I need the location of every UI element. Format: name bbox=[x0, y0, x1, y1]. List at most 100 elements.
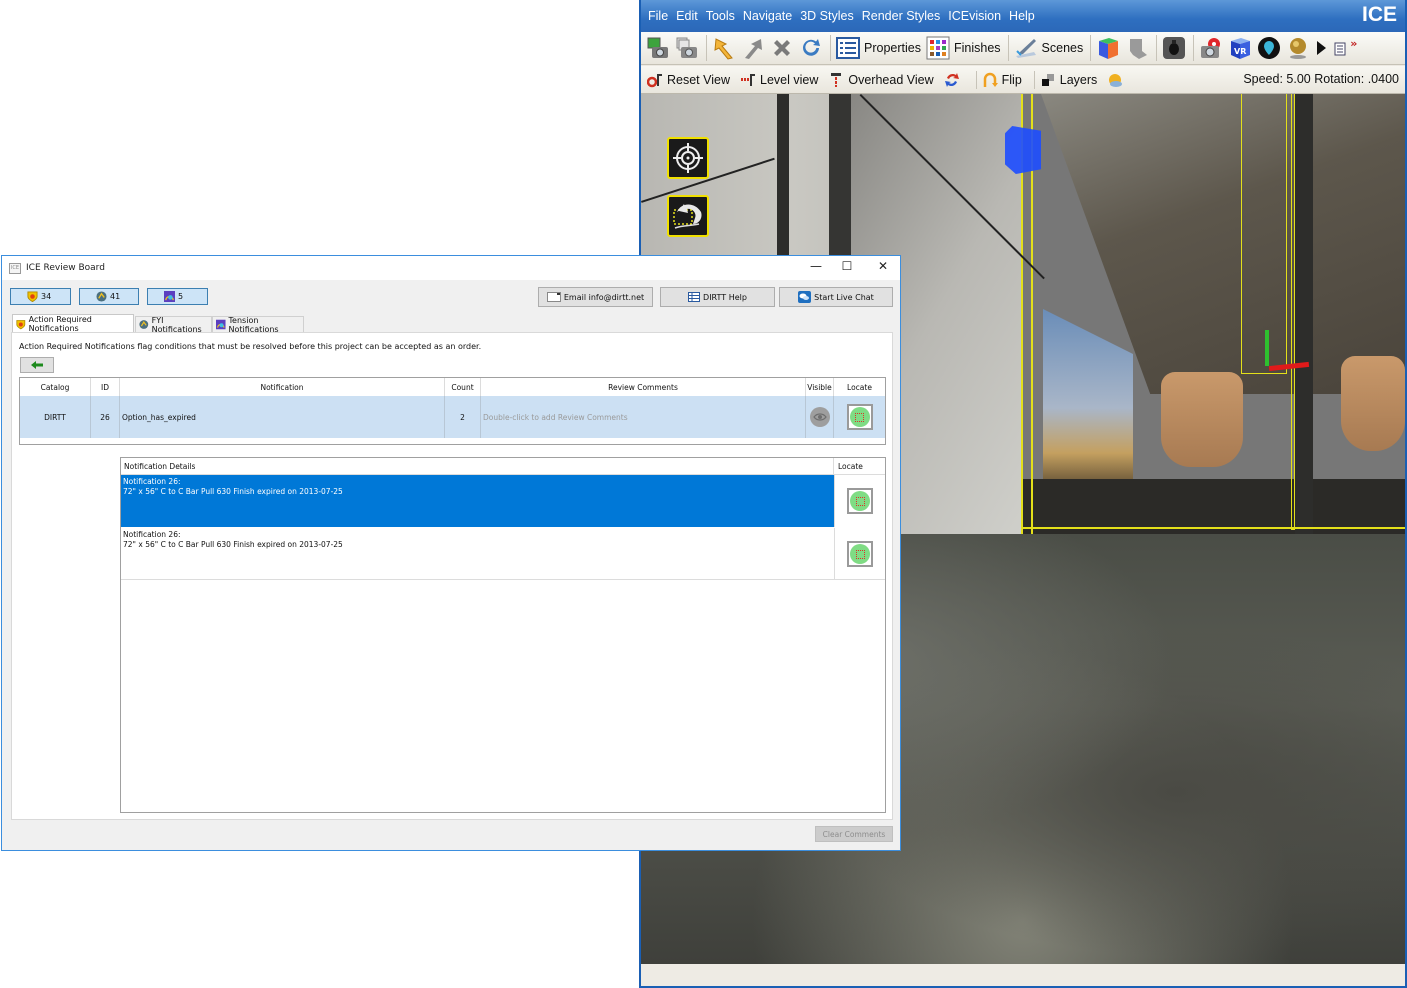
vr-button[interactable]: VR bbox=[1228, 34, 1252, 62]
table-row[interactable]: DIRTT 26 Option_has_expired 2 Double-cli… bbox=[20, 396, 885, 438]
tab-description: Action Required Notifications flag condi… bbox=[19, 342, 482, 351]
live-chat-button[interactable]: Start Live Chat bbox=[779, 287, 893, 307]
action-required-count-button[interactable]: 34 bbox=[10, 288, 71, 305]
layers-label: Layers bbox=[1059, 72, 1098, 87]
render-settings-button[interactable] bbox=[1199, 34, 1223, 62]
weather-lighting-button[interactable] bbox=[1107, 72, 1127, 88]
focus-target-button[interactable] bbox=[667, 137, 709, 179]
axis-y-gizmo[interactable] bbox=[1265, 330, 1269, 366]
col-header-visible[interactable]: Visible bbox=[806, 378, 834, 396]
refresh-button[interactable] bbox=[799, 34, 823, 62]
snapshot-button[interactable] bbox=[646, 34, 670, 62]
batch-snapshot-button[interactable] bbox=[675, 34, 699, 62]
scenes-button[interactable]: Scenes bbox=[1014, 34, 1083, 62]
dirtt-help-button[interactable]: DIRTT Help bbox=[660, 287, 775, 307]
rotate-view-button[interactable] bbox=[944, 72, 964, 88]
back-button[interactable] bbox=[20, 357, 54, 373]
locate-button[interactable] bbox=[846, 404, 873, 430]
col-header-notification[interactable]: Notification bbox=[120, 378, 445, 396]
selection-handle-cube[interactable] bbox=[1005, 126, 1041, 174]
material-button[interactable] bbox=[1286, 34, 1310, 62]
col-header-id[interactable]: ID bbox=[91, 378, 120, 396]
reset-view-button[interactable]: Reset View bbox=[647, 72, 730, 88]
color-cube-icon bbox=[1099, 38, 1119, 59]
tab-tension[interactable]: Tension Notifications bbox=[212, 315, 304, 334]
email-button[interactable]: Email info@dirtt.net bbox=[538, 287, 653, 307]
locate-icon bbox=[850, 491, 870, 511]
col-header-details-locate[interactable]: Locate bbox=[834, 458, 885, 475]
col-header-locate[interactable]: Locate bbox=[834, 378, 885, 396]
layers-button[interactable]: Layers bbox=[1040, 72, 1098, 88]
tab-action-required[interactable]: Action Required Notifications bbox=[12, 314, 134, 333]
selection-outline bbox=[1021, 527, 1405, 529]
menu-bar: File Edit Tools Navigate 3D Styles Rende… bbox=[641, 0, 1405, 32]
level-view-icon bbox=[741, 73, 755, 86]
selection-outline bbox=[1241, 94, 1287, 374]
selection-outline bbox=[1291, 94, 1295, 530]
speed-rotation-readout: Speed: 5.00 Rotation: .0400 bbox=[1243, 72, 1399, 86]
toolbar-separator bbox=[1193, 35, 1195, 61]
svg-text:VR: VR bbox=[1234, 47, 1246, 56]
locate-button[interactable] bbox=[847, 488, 873, 514]
toolbar-separator bbox=[1156, 35, 1158, 61]
ghost-view-button[interactable] bbox=[1125, 34, 1149, 62]
menu-navigate[interactable]: Navigate bbox=[743, 9, 792, 23]
dialog-title-bar: ICE ICE Review Board bbox=[2, 256, 900, 280]
ice-logo: ICE bbox=[1361, 3, 1397, 26]
delete-button[interactable] bbox=[770, 34, 794, 62]
locate-icon bbox=[850, 544, 870, 564]
tab-action-required-label: Action Required Notifications bbox=[28, 315, 92, 333]
menu-render-styles[interactable]: Render Styles bbox=[862, 9, 941, 23]
redo-button[interactable] bbox=[741, 34, 765, 62]
col-header-notification-details[interactable]: Notification Details bbox=[121, 458, 834, 475]
review-comments-field[interactable]: Double-click to add Review Comments bbox=[481, 396, 806, 438]
finishes-button[interactable]: Finishes bbox=[926, 34, 1001, 62]
vr-cube-icon: VR bbox=[1231, 38, 1251, 59]
tab-fyi[interactable]: FYI Notifications bbox=[135, 316, 212, 334]
sun-cloud-icon bbox=[1109, 73, 1123, 87]
flip-button[interactable]: Flip bbox=[982, 72, 1022, 88]
more-tools-button[interactable]: » bbox=[1332, 34, 1357, 62]
menu-help[interactable]: Help bbox=[1009, 9, 1035, 23]
tab-tension-label: Tension Notifications bbox=[228, 315, 279, 334]
col-header-count[interactable]: Count bbox=[445, 378, 481, 396]
3d-cube-button[interactable] bbox=[1096, 34, 1120, 62]
properties-label: Properties bbox=[864, 41, 921, 55]
return-view-button[interactable] bbox=[667, 195, 709, 237]
properties-list-icon bbox=[836, 37, 860, 59]
col-header-catalog[interactable]: Catalog bbox=[20, 378, 91, 396]
play-button[interactable] bbox=[1315, 34, 1327, 62]
cell-notification: Option_has_expired bbox=[120, 396, 445, 438]
undo-button[interactable] bbox=[712, 34, 736, 62]
clear-comments-button[interactable]: Clear Comments bbox=[815, 826, 893, 842]
overflow-chevron-icon[interactable]: » bbox=[1350, 37, 1357, 50]
menu-tools[interactable]: Tools bbox=[706, 9, 735, 23]
overhead-view-button[interactable]: Overhead View bbox=[828, 72, 934, 88]
menu-file[interactable]: File bbox=[648, 9, 668, 23]
live-chat-label: Start Live Chat bbox=[814, 292, 874, 302]
scene-pillar bbox=[1295, 94, 1313, 534]
menu-3d-styles[interactable]: 3D Styles bbox=[800, 9, 854, 23]
tension-count-button[interactable]: 5 bbox=[147, 288, 208, 305]
col-header-review-comments[interactable]: Review Comments bbox=[481, 378, 806, 396]
details-row-text: Notification 26: 72" x 56" C to C Bar Pu… bbox=[123, 530, 343, 550]
lighting-button[interactable] bbox=[1162, 34, 1186, 62]
shield-icon bbox=[27, 291, 38, 302]
maximize-button[interactable]: ☐ bbox=[832, 259, 862, 273]
level-view-button[interactable]: Level view bbox=[740, 72, 818, 88]
location-button[interactable] bbox=[1257, 34, 1281, 62]
fyi-count-button[interactable]: 41 bbox=[79, 288, 139, 305]
minimize-button[interactable]: — bbox=[801, 259, 831, 273]
menu-edit[interactable]: Edit bbox=[676, 9, 698, 23]
close-button[interactable]: ✕ bbox=[868, 259, 898, 273]
details-row[interactable]: Notification 26: 72" x 56" C to C Bar Pu… bbox=[121, 528, 885, 580]
main-toolbar: Properties Finishes Scenes VR » bbox=[641, 32, 1405, 65]
action-required-count: 34 bbox=[41, 292, 52, 301]
menu-icevision[interactable]: ICEvision bbox=[948, 9, 1001, 23]
cell-visible[interactable] bbox=[806, 396, 834, 438]
flip-arrow-icon bbox=[983, 72, 998, 87]
locate-button[interactable] bbox=[847, 541, 873, 567]
reset-view-label: Reset View bbox=[667, 72, 730, 87]
details-row-selected[interactable]: Notification 26: 72" x 56" C to C Bar Pu… bbox=[121, 475, 885, 527]
properties-button[interactable]: Properties bbox=[836, 34, 921, 62]
